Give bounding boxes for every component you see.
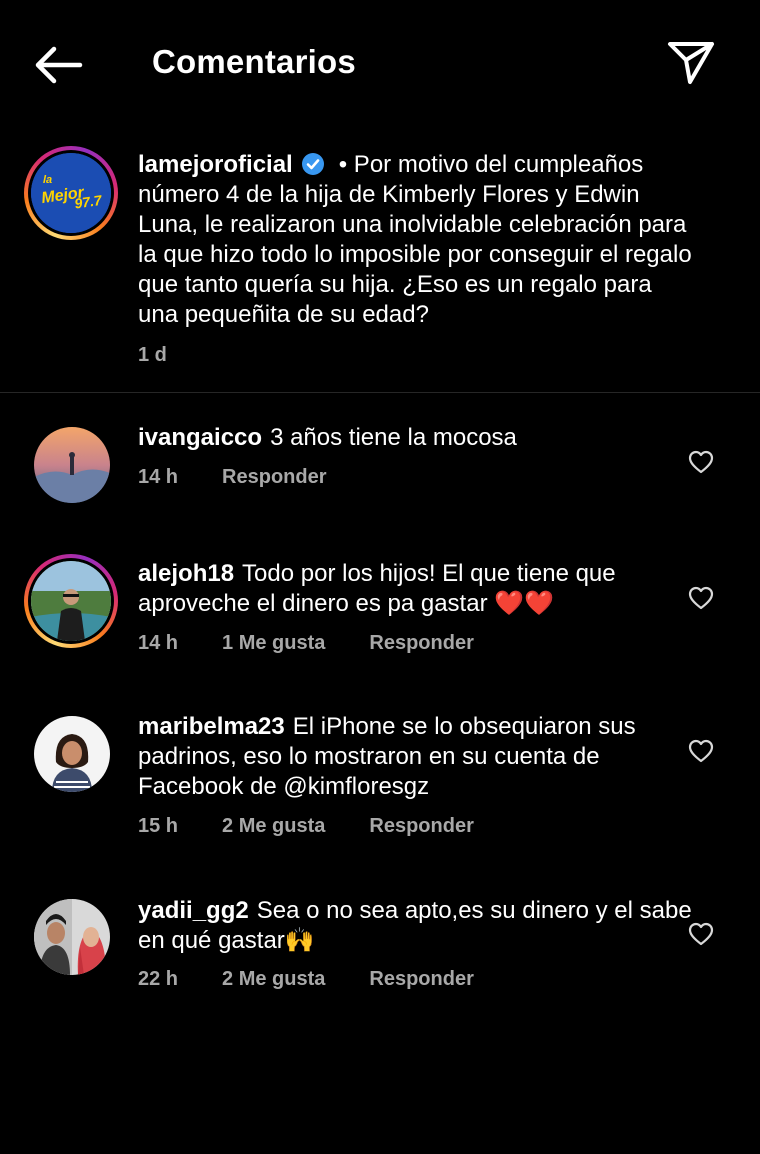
page-title: Comentarios <box>152 43 356 80</box>
share-button[interactable] <box>664 38 718 88</box>
caption-text-block: lamejoroficial • Por motivo del cumpleaño… <box>138 150 698 330</box>
avatar-photo-icon <box>34 716 110 792</box>
caption-username[interactable]: lamejoroficial <box>138 151 293 178</box>
comment-username[interactable]: alejoh18 <box>138 560 234 587</box>
comment-time: 14 h <box>138 466 179 488</box>
comment-likes[interactable]: 2 Me gusta <box>222 815 325 838</box>
comment-time: 14 h <box>138 632 179 654</box>
post-caption: la Mejor 97.7 lamejoroficial • Por motivo… <box>0 126 760 393</box>
comment-meta: 14 h 1 Me gusta Responder <box>138 632 518 655</box>
caption-time: 1 d <box>138 344 167 366</box>
heart-outline-icon[interactable] <box>688 450 714 474</box>
comment-likes[interactable]: 1 Me gusta <box>222 632 325 655</box>
svg-text:la: la <box>43 174 52 186</box>
top-bar: Comentarios <box>0 0 760 126</box>
comment-username[interactable]: ivangaicco <box>138 424 262 451</box>
caption-meta: 1 d <box>138 344 211 367</box>
comment-text-block: ivangaicco 3 años tiene la mocosa <box>138 423 698 453</box>
heart-outline-icon[interactable] <box>688 586 714 610</box>
comment-username[interactable]: yadii_gg2 <box>138 897 249 924</box>
comment-text-block: alejoh18 Todo por los hijos! El que tiene… <box>138 559 698 619</box>
verified-badge-icon <box>301 153 324 175</box>
comment-username[interactable]: maribelma23 <box>138 713 285 740</box>
comment-text: 3 años tiene la mocosa <box>270 424 517 451</box>
comment-avatar[interactable] <box>34 427 110 503</box>
arrow-left-icon <box>35 46 83 84</box>
reply-button[interactable]: Responder <box>369 815 473 838</box>
comment-avatar[interactable] <box>34 716 110 792</box>
comment-avatar[interactable] <box>34 899 110 975</box>
caption-avatar[interactable]: la Mejor 97.7 <box>24 146 118 240</box>
comment-meta: 14 h Responder <box>138 466 371 489</box>
comment-time: 22 h <box>138 968 179 990</box>
avatar-photo-icon <box>34 427 110 503</box>
comment-meta: 22 h 2 Me gusta Responder <box>138 968 518 991</box>
paper-plane-icon <box>668 42 714 84</box>
reply-button[interactable]: Responder <box>369 632 473 655</box>
la-mejor-logo-icon: la Mejor 97.7 <box>31 153 111 233</box>
avatar-photo-icon <box>34 899 110 975</box>
comment-time: 15 h <box>138 815 179 837</box>
heart-outline-icon[interactable] <box>688 739 714 763</box>
reply-button[interactable]: Responder <box>222 466 326 489</box>
comment-avatar[interactable] <box>24 554 118 648</box>
back-button[interactable] <box>30 40 86 90</box>
avatar-photo-icon <box>31 561 111 641</box>
comment-text-block: yadii_gg2 Sea o no sea apto,es su dinero … <box>138 896 698 956</box>
heart-outline-icon[interactable] <box>688 922 714 946</box>
reply-button[interactable]: Responder <box>369 968 473 991</box>
comment-meta: 15 h 2 Me gusta Responder <box>138 815 518 838</box>
comment-likes[interactable]: 2 Me gusta <box>222 968 325 991</box>
comment-text-block: maribelma23 El iPhone se lo obsequiaron s… <box>138 712 698 802</box>
